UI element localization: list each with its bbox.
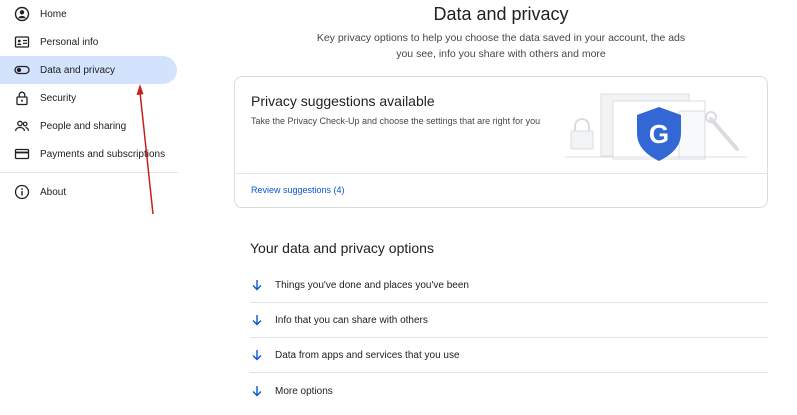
card-body: Take the Privacy Check-Up and choose the…	[251, 116, 541, 126]
lock-icon	[14, 90, 30, 106]
account-circle-icon	[14, 6, 30, 22]
option-apps-data[interactable]: Data from apps and services that you use	[250, 338, 768, 372]
privacy-checkup-illustration: G	[565, 93, 747, 161]
arrow-down-icon	[250, 278, 264, 292]
main-content: Data and privacy Key privacy options to …	[180, 0, 797, 415]
sidebar-item-about[interactable]: About	[0, 178, 177, 206]
review-suggestions-link[interactable]: Review suggestions (4)	[251, 185, 345, 195]
arrow-down-icon	[250, 313, 264, 327]
sidebar: Home Personal info Data and privacy Secu…	[0, 0, 180, 415]
option-info-share[interactable]: Info that you can share with others	[250, 303, 768, 337]
option-activity[interactable]: Things you've done and places you've bee…	[250, 268, 768, 302]
sidebar-divider	[0, 172, 178, 173]
option-label: Things you've done and places you've bee…	[275, 279, 469, 291]
sidebar-item-label: People and sharing	[40, 120, 127, 132]
sidebar-item-people-and-sharing[interactable]: People and sharing	[0, 112, 177, 140]
sidebar-item-label: Home	[40, 8, 67, 20]
option-label: More options	[275, 385, 333, 397]
page-description: Key privacy options to help you choose t…	[316, 32, 686, 60]
people-icon	[14, 118, 30, 134]
option-divider	[250, 372, 768, 373]
shield-letter: G	[649, 119, 669, 149]
option-label: Info that you can share with others	[275, 314, 428, 326]
toggle-icon	[14, 62, 30, 78]
sidebar-item-home[interactable]: Home	[0, 0, 177, 28]
info-icon	[14, 184, 30, 200]
sidebar-item-payments-and-subscriptions[interactable]: Payments and subscriptions	[0, 140, 177, 168]
card-divider	[235, 173, 767, 174]
sidebar-item-label: Personal info	[40, 36, 99, 48]
arrow-down-icon	[250, 348, 264, 362]
card-title: Privacy suggestions available	[251, 93, 435, 109]
page-title: Data and privacy	[433, 4, 569, 24]
sidebar-item-security[interactable]: Security	[0, 84, 177, 112]
sidebar-item-label: Data and privacy	[40, 64, 116, 76]
sidebar-item-label: Security	[40, 92, 77, 104]
option-label: Data from apps and services that you use	[275, 349, 460, 361]
credit-card-icon	[14, 146, 30, 162]
sidebar-item-label: Payments and subscriptions	[40, 148, 166, 160]
option-more-options[interactable]: More options	[250, 374, 768, 408]
id-card-icon	[14, 34, 30, 50]
arrow-down-icon	[250, 384, 264, 398]
sidebar-item-personal-info[interactable]: Personal info	[0, 28, 177, 56]
privacy-suggestions-card: Privacy suggestions available Take the P…	[234, 76, 768, 208]
sidebar-item-data-and-privacy[interactable]: Data and privacy	[0, 56, 177, 84]
sidebar-item-label: About	[40, 186, 67, 198]
options-section-title: Your data and privacy options	[250, 240, 434, 256]
